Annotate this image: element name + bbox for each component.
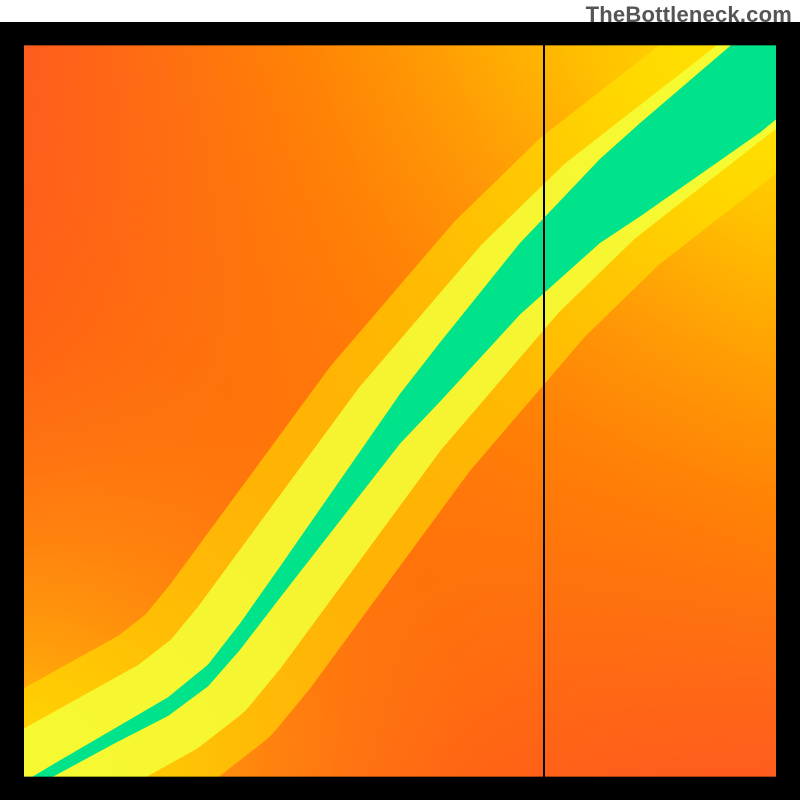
heatmap-plot [0,22,800,800]
chart-container: TheBottleneck.com [0,0,800,800]
watermark-text: TheBottleneck.com [586,2,792,28]
heatmap-svg [0,22,800,800]
